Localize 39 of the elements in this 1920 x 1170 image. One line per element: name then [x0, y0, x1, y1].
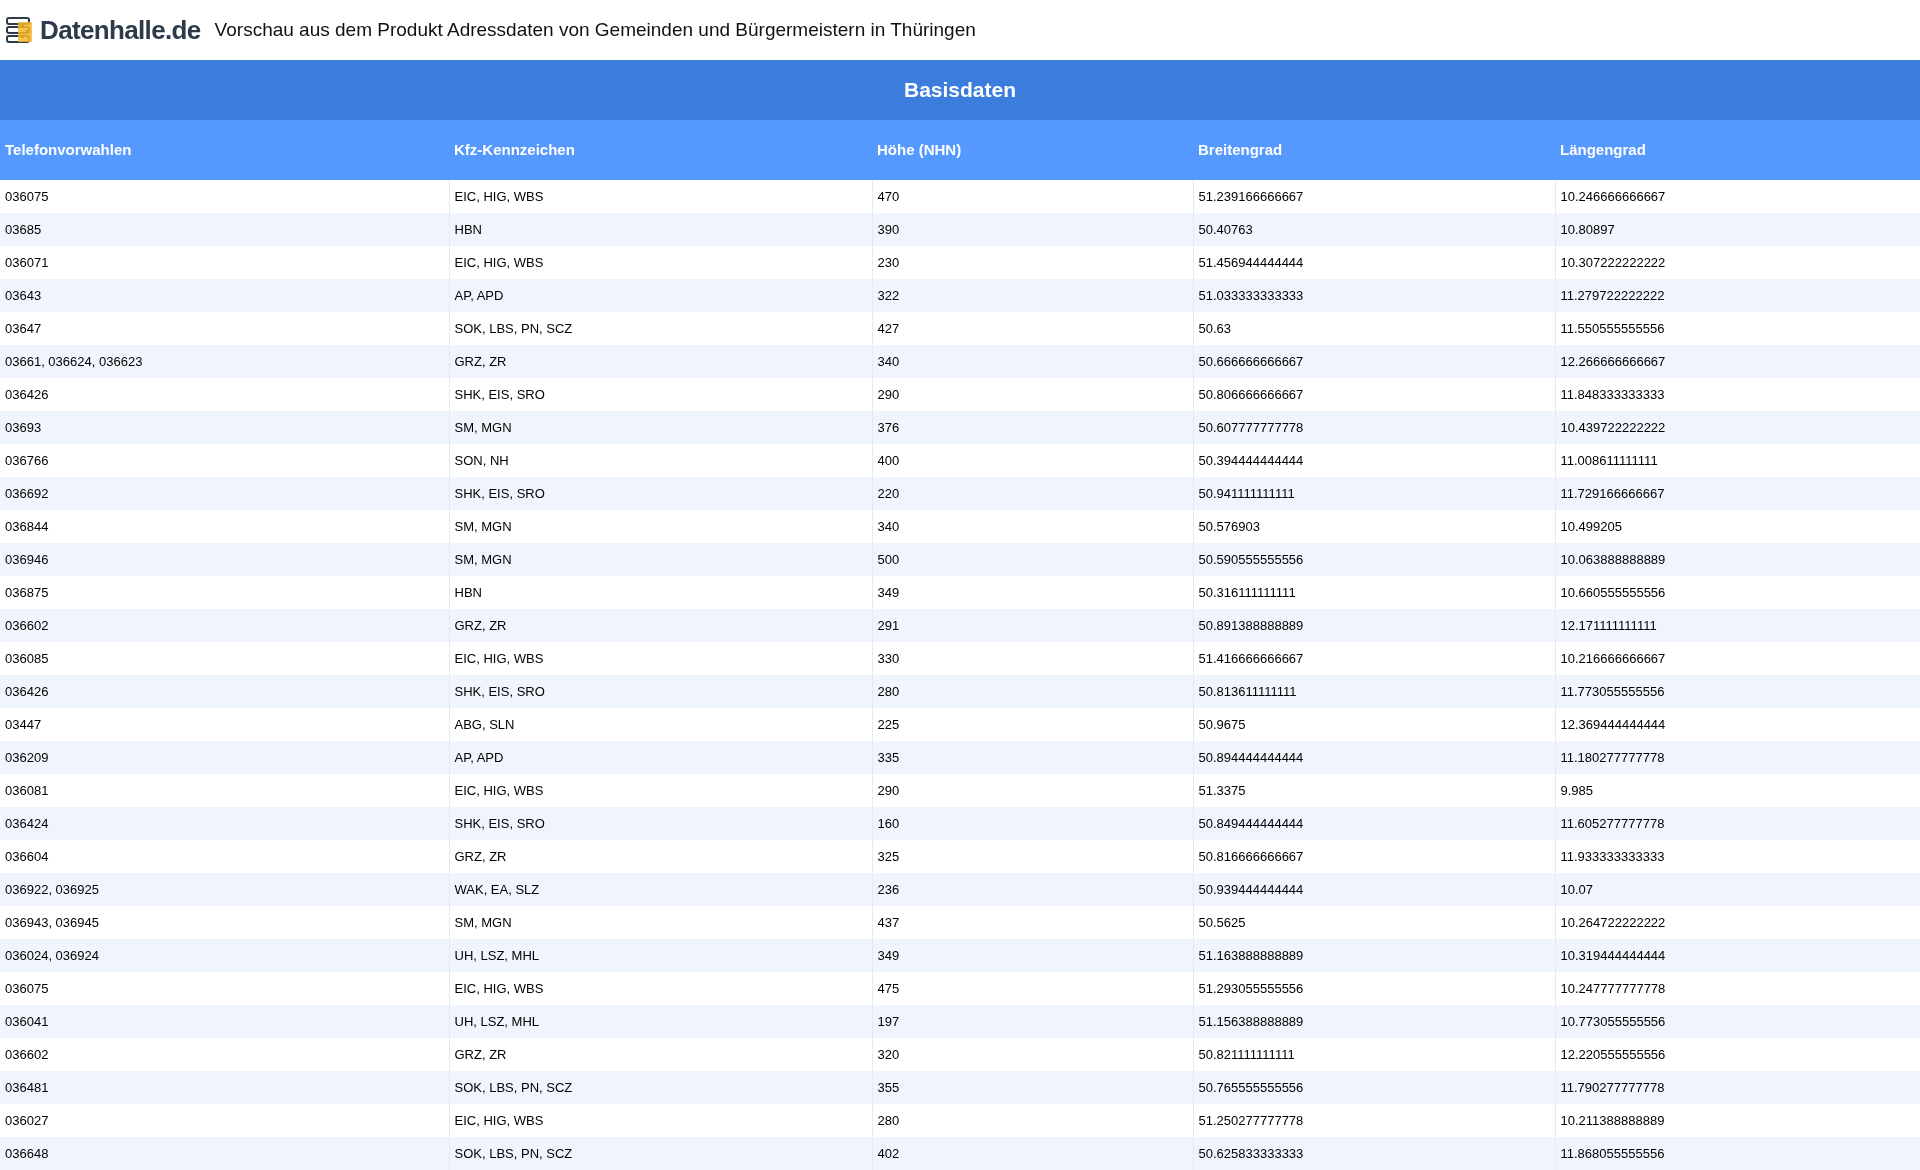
column-header: Breitengrad [1193, 120, 1555, 180]
table-cell: 036692 [0, 477, 449, 510]
table-cell: 036426 [0, 675, 449, 708]
table-cell: 036024, 036924 [0, 939, 449, 972]
table-cell: 11.868055555556 [1555, 1137, 1920, 1170]
table-cell: 036922, 036925 [0, 873, 449, 906]
column-header: Telefonvorwahlen [0, 120, 449, 180]
table-cell: 03647 [0, 312, 449, 345]
column-header: Längengrad [1555, 120, 1920, 180]
page-title: Vorschau aus dem Produkt Adressdaten von Gemeinden und Bürgermeistern in Thüringen [214, 17, 976, 42]
table-cell: 036075 [0, 180, 449, 213]
table-cell: 036875 [0, 576, 449, 609]
table-cell: 036075 [0, 972, 449, 1005]
table-cell: 036071 [0, 246, 449, 279]
table-cell: 036027 [0, 1104, 449, 1137]
table-caption: Basisdaten [0, 60, 1920, 120]
table-cell: 03447 [0, 708, 449, 741]
table-cell: 036424 [0, 807, 449, 840]
table-cell: 036648 [0, 1137, 449, 1170]
table-cell: 036481 [0, 1071, 449, 1104]
table-cell: 036085 [0, 642, 449, 675]
table-cell: 036604 [0, 840, 449, 873]
table-cell: 036041 [0, 1005, 449, 1038]
table-cell: 036602 [0, 1038, 449, 1071]
table-cell: 036209 [0, 741, 449, 774]
table-cell: 036426 [0, 378, 449, 411]
logo-text: Datenhalle.de [40, 13, 201, 47]
table-cell: 03693 [0, 411, 449, 444]
table-cell: 036946 [0, 543, 449, 576]
table-cell: 50.625833333333 [1193, 1137, 1555, 1170]
table-cell: 402 [872, 1137, 1193, 1170]
table-cell: 036943, 036945 [0, 906, 449, 939]
table-cell: 036602 [0, 609, 449, 642]
table-cell: 036081 [0, 774, 449, 807]
column-header: Höhe (NHN) [872, 120, 1193, 180]
column-header: Kfz-Kennzeichen [449, 120, 872, 180]
table-cell: 036844 [0, 510, 449, 543]
table-cell: 036766 [0, 444, 449, 477]
table-cell: SOK, LBS, PN, SCZ [449, 1137, 872, 1170]
